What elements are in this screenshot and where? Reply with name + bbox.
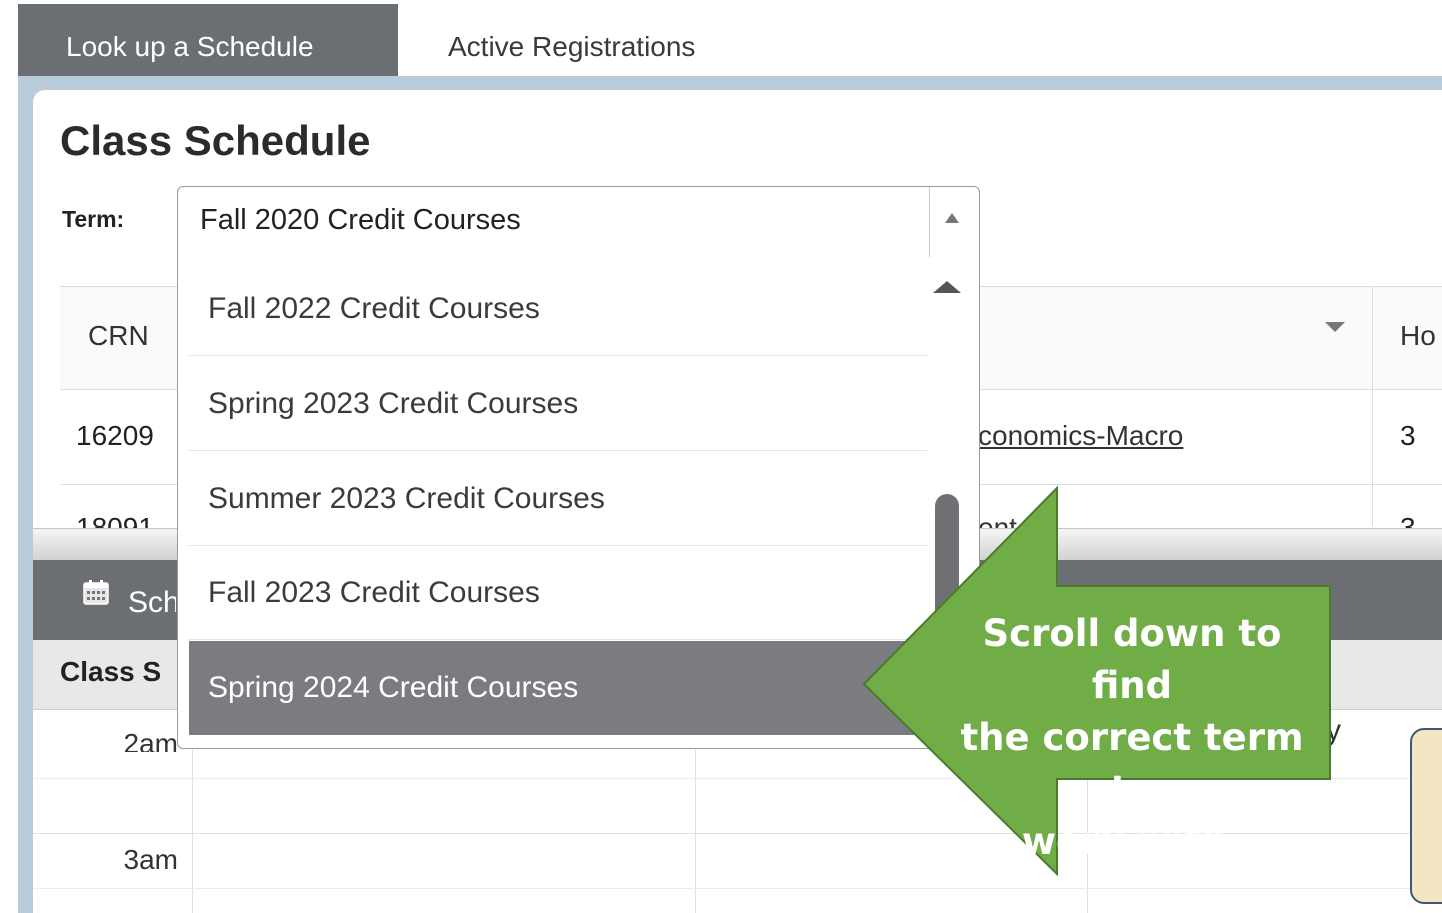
course-title-link[interactable]: conomics-Macro: [978, 420, 1183, 452]
row-crn: 18091: [76, 512, 154, 528]
term-option[interactable]: Summer 2023 Credit Courses: [189, 452, 927, 546]
note-panel: [1410, 728, 1442, 904]
term-option[interactable]: Fall 2022 Credit Courses: [189, 262, 927, 356]
hour-label: 2am: [123, 728, 178, 752]
tab-look-up-schedule[interactable]: Look up a Schedule: [18, 4, 398, 76]
row-crn: 16209: [76, 420, 154, 451]
callout-line: work with.: [1021, 820, 1243, 863]
sort-caret-icon[interactable]: [1325, 322, 1345, 332]
schedule-panel-title: Sch: [128, 586, 176, 619]
row-hours: 3: [1400, 512, 1416, 528]
scroll-up-icon[interactable]: [933, 281, 961, 293]
term-option-highlighted[interactable]: Spring 2024 Credit Courses: [189, 641, 927, 735]
page-title: Class Schedule: [60, 117, 371, 164]
callout-line: the correct term to: [960, 716, 1304, 811]
column-header-crn[interactable]: CRN: [88, 320, 149, 352]
caret-up-icon[interactable]: [945, 213, 959, 223]
term-label: Term:: [62, 206, 125, 232]
calendar-icon: [83, 580, 109, 605]
hour-label: 3am: [123, 844, 178, 875]
schedule-subheader-label: Class S: [60, 656, 162, 687]
tab-active-registrations[interactable]: Active Registrations: [398, 4, 778, 76]
select-divider: [929, 187, 930, 257]
column-header-hours[interactable]: Ho: [1400, 320, 1436, 352]
grid-line: [33, 888, 1413, 889]
term-select-value[interactable]: Fall 2020 Credit Courses: [200, 204, 521, 237]
term-option[interactable]: Fall 2023 Credit Courses: [189, 546, 927, 640]
callout-line: Scroll down to find: [982, 612, 1282, 707]
term-option[interactable]: Spring 2023 Credit Courses: [189, 357, 927, 451]
row-hours: 3: [1400, 420, 1416, 451]
callout-text: Scroll down to find the correct term to …: [950, 608, 1314, 868]
